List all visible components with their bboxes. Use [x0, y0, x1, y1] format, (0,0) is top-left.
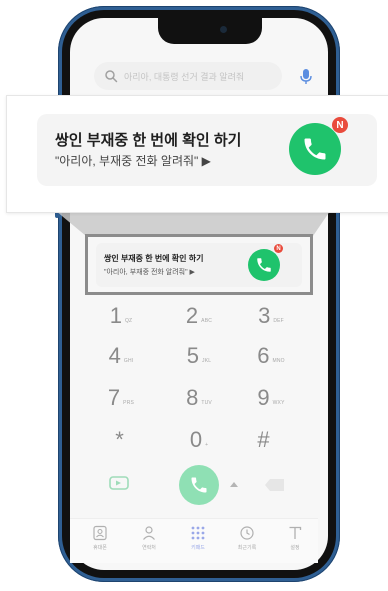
recent-icon [240, 526, 254, 540]
settings-icon [289, 526, 302, 539]
key-letters: QZ [124, 318, 133, 324]
caret-up-icon[interactable] [230, 482, 238, 487]
dial-key-star[interactable]: * [86, 420, 156, 460]
key-letters: TUV [201, 400, 212, 406]
phone-icon [289, 123, 341, 175]
key-digit: 4 [108, 343, 121, 368]
missed-call-banner[interactable]: 쌍인 부재중 한 번에 확인 하기 "아리아, 부재중 전화 알려줘" ▶ N [96, 243, 302, 287]
dial-key-9[interactable]: 9 WXY [236, 378, 306, 418]
nav-label: 키패드 [191, 545, 205, 551]
dial-key-7[interactable]: 7 PRS [86, 378, 156, 418]
callout-title: 쌍인 부재중 한 번에 확인 하기 [55, 132, 242, 149]
nav-label: 최근기록 [237, 545, 257, 551]
new-badge: N [332, 117, 348, 133]
new-badge: N [274, 244, 283, 253]
callout-banner-card[interactable]: 쌍인 부재중 한 번에 확인 하기 "아리아, 부재중 전화 알려줘" ▶ N [37, 114, 377, 186]
dial-key-hash[interactable]: # [230, 420, 300, 460]
dial-key-2[interactable]: 2 ABC [164, 296, 234, 336]
notch [158, 18, 262, 44]
phone-book-icon [93, 525, 107, 541]
key-digit: # [257, 427, 270, 452]
dial-key-6[interactable]: 6 MNO [236, 336, 306, 376]
key-digit: 2 [185, 303, 199, 328]
key-digit: 8 [186, 385, 199, 410]
key-letters: PRS [123, 400, 135, 406]
phone-handset-icon [304, 138, 326, 160]
nav-item-recent[interactable]: 최근기록 [223, 525, 271, 561]
callout-subtitle: "아리아, 부재중 전화 알려줘" ▶ [55, 154, 211, 168]
nav-item-contacts[interactable]: 연락처 [125, 525, 173, 561]
dial-key-4[interactable]: 4 GHI [86, 336, 156, 376]
nav-label: 휴대폰 [93, 545, 107, 551]
dial-key-5[interactable]: 5 JKL [164, 336, 234, 376]
banner-subtitle: "아리아, 부재중 전화 알려줘" ▶ [104, 269, 195, 276]
dial-key-0[interactable]: 0 + [164, 420, 234, 460]
key-digit: 9 [257, 385, 270, 410]
key-letters: DEF [273, 318, 284, 324]
keypad-icon [191, 526, 205, 540]
zoom-callout: 쌍인 부재중 한 번에 확인 하기 "아리아, 부재중 전화 알려줘" ▶ N [6, 95, 388, 213]
nav-item-settings[interactable]: 설정 [271, 525, 319, 561]
key-digit: * [115, 427, 124, 452]
nav-item-phonebook[interactable]: 휴대폰 [76, 525, 124, 561]
backspace-icon[interactable] [264, 478, 286, 492]
mic-icon[interactable] [298, 68, 314, 86]
contacts-icon [143, 526, 155, 540]
search-placeholder: 아리아, 대통령 선거 결과 알려줘 [124, 71, 245, 82]
nav-label: 설정 [290, 545, 300, 551]
dial-key-3[interactable]: 3 DEF [236, 296, 306, 336]
key-digit: 5 [186, 343, 200, 368]
banner-title: 쌍인 부재중 한 번에 확인 하기 [104, 254, 204, 263]
key-digit: 1 [109, 303, 122, 328]
phone-handset-icon [191, 477, 207, 493]
search-icon [105, 70, 118, 83]
nav-label: 연락처 [142, 545, 156, 551]
key-digit: 3 [258, 303, 271, 328]
key-letters: WXY [272, 400, 285, 406]
phone-handset-icon [257, 258, 271, 272]
camera-icon [220, 26, 227, 33]
key-digit: 0 [189, 427, 203, 452]
video-call-icon[interactable] [108, 474, 130, 492]
key-letters: GHI [123, 358, 134, 364]
key-letters: ABC [201, 318, 213, 324]
key-letters: + [205, 442, 209, 448]
key-digit: 6 [257, 343, 270, 368]
bottom-nav: 휴대폰 연락처 키패드 최근기록 설정 [70, 518, 318, 563]
key-digit: 7 [107, 385, 121, 410]
dial-key-8[interactable]: 8 TUV [164, 378, 234, 418]
phone-icon [248, 249, 280, 281]
search-bar[interactable]: 아리아, 대통령 선거 결과 알려줘 [94, 62, 282, 90]
call-button[interactable] [179, 465, 219, 505]
nav-item-keypad[interactable]: 키패드 [174, 525, 222, 561]
key-letters: JKL [202, 358, 212, 364]
dial-key-1[interactable]: 1 QZ [86, 296, 156, 336]
key-letters: MNO [272, 358, 285, 364]
